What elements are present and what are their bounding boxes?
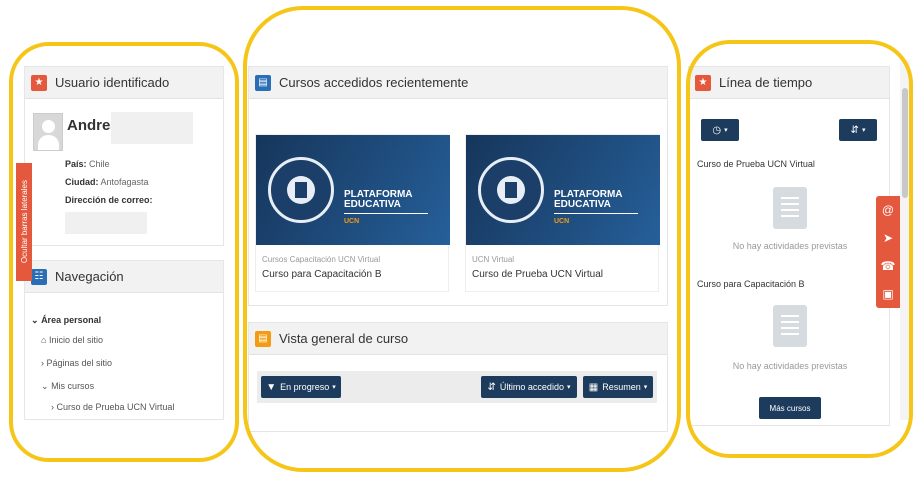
user-block: ★ Usuario identificado Andrea País: Chil… (24, 66, 224, 246)
banner-divider (554, 213, 638, 214)
course-category: Cursos Capacitación UCN Virtual (262, 255, 381, 264)
banner-text: PLATAFORMA EDUCATIVA (344, 189, 413, 210)
nav-item-curso-prueba[interactable]: › Curso de Prueba UCN Virtual (51, 402, 174, 412)
filter-dropdown-button[interactable]: ▼ En progreso ▾ (261, 376, 341, 398)
recent-courses-title: Cursos accedidos recientemente (279, 75, 469, 90)
timeline-date-filter-button[interactable]: ◷ ▾ (701, 119, 739, 141)
course-icon: ▤ (255, 74, 271, 91)
filter-icon: ▼ (266, 381, 277, 393)
dashboard: ★ Usuario identificado Andrea País: Chil… (0, 0, 915, 477)
user-block-title: Usuario identificado (55, 75, 170, 90)
banner-tag: UCN (554, 218, 570, 225)
nav-item-area-personal[interactable]: ⌄ Área personal (31, 315, 101, 326)
grid-icon: ▦ (588, 381, 599, 393)
user-block-header: ★ Usuario identificado (25, 67, 223, 99)
university-seal (268, 157, 334, 223)
timeline-empty-message: No hay actividades previstas (732, 241, 848, 251)
hide-sidebars-label: Ocultar barras laterales (19, 180, 29, 264)
banner-tag: UCN (344, 218, 360, 225)
chevron-right-icon: › (51, 402, 54, 412)
caret-down-icon: ▾ (724, 127, 728, 134)
view-dropdown-button[interactable]: ▦ Resumen ▾ (583, 376, 653, 398)
more-courses-button[interactable]: Más cursos (759, 397, 821, 419)
sort-dropdown-button[interactable]: ⇵ Último accedido ▾ (481, 376, 577, 398)
course-banner: PLATAFORMA EDUCATIVA UCN (466, 135, 660, 245)
chevron-down-icon: ⌄ (31, 315, 39, 325)
banner-text: PLATAFORMA EDUCATIVA (554, 189, 623, 210)
scrollbar-thumb[interactable] (902, 88, 908, 198)
timeline-title: Línea de tiempo (719, 75, 813, 90)
sort-icon: ⇵ (850, 124, 859, 136)
overview-toolbar: ▼ En progreso ▾ ⇵ Último accedido ▾ ▦ Re… (257, 371, 657, 403)
sitemap-icon: ☷ (31, 268, 47, 285)
avatar (33, 113, 63, 151)
caret-down-icon: ▾ (332, 384, 336, 391)
floating-contact-bar: @ ➤ ☎ ▣ (876, 196, 900, 308)
timeline-course-name[interactable]: Curso de Prueba UCN Virtual (697, 159, 815, 169)
email-row: Dirección de correo: (65, 195, 153, 205)
nav-block: ☷ Navegación ⌄ Área personal ⌂ Inicio de… (24, 260, 224, 420)
send-icon[interactable]: ➤ (876, 224, 900, 252)
city-value: Antofagasta (100, 177, 149, 187)
caret-down-icon: ▾ (861, 127, 866, 134)
nav-item-inicio[interactable]: ⌂ Inicio del sitio (41, 335, 103, 345)
redacted-email (65, 212, 147, 234)
country-row: País: Chile (65, 159, 110, 169)
chevron-down-icon: ⌄ (41, 381, 49, 391)
course-overview-header: ▤ Vista general de curso (249, 323, 667, 355)
university-seal (478, 157, 544, 223)
timeline-block: ★ Línea de tiempo ◷ ▾ ⇵ ▾ Curso de Prueb… (688, 66, 890, 426)
pin-icon: ★ (695, 74, 711, 91)
home-icon: ⌂ (41, 335, 47, 345)
at-icon[interactable]: @ (876, 196, 900, 224)
nav-item-mis-cursos[interactable]: ⌄ Mis cursos (41, 381, 94, 392)
course-card[interactable]: PLATAFORMA EDUCATIVA UCN Cursos Capacita… (255, 134, 450, 292)
country-value: Chile (89, 159, 110, 169)
lock-icon[interactable]: ▣ (876, 280, 900, 308)
redacted-box (111, 112, 193, 144)
caret-down-icon: ▾ (643, 384, 648, 391)
nav-block-title: Navegación (55, 269, 124, 284)
nav-item-paginas[interactable]: › Páginas del sitio (41, 358, 112, 368)
document-icon (773, 187, 807, 229)
caret-down-icon: ▾ (566, 384, 571, 391)
hide-sidebars-tab[interactable]: Ocultar barras laterales (16, 163, 32, 281)
clock-icon: ◷ (712, 124, 722, 136)
course-name[interactable]: Curso para Capacitación B (262, 269, 382, 280)
course-icon: ▤ (255, 330, 271, 347)
sort-icon: ⇵ (487, 381, 496, 393)
document-icon (773, 305, 807, 347)
pin-icon: ★ (31, 74, 47, 91)
timeline-course-name[interactable]: Curso para Capacitación B (697, 279, 805, 289)
course-name[interactable]: Curso de Prueba UCN Virtual (472, 269, 603, 280)
course-banner: PLATAFORMA EDUCATIVA UCN (256, 135, 450, 245)
phone-icon[interactable]: ☎ (876, 252, 900, 280)
country-label: País: (65, 159, 87, 169)
recent-courses-block: ▤ Cursos accedidos recientemente PLATAFO… (248, 66, 668, 306)
timeline-empty-message: No hay actividades previstas (732, 361, 848, 371)
course-overview-block: ▤ Vista general de curso ▼ En progreso ▾… (248, 322, 668, 432)
course-card[interactable]: PLATAFORMA EDUCATIVA UCN UCN Virtual Cur… (465, 134, 660, 292)
city-label: Ciudad: (65, 177, 99, 187)
nav-block-header: ☷ Navegación (25, 261, 223, 293)
email-label: Dirección de correo: (65, 195, 153, 205)
recent-courses-header: ▤ Cursos accedidos recientemente (249, 67, 667, 99)
course-overview-title: Vista general de curso (279, 331, 409, 346)
timeline-header: ★ Línea de tiempo (689, 67, 889, 99)
banner-divider (344, 213, 428, 214)
city-row: Ciudad: Antofagasta (65, 177, 149, 187)
course-category: UCN Virtual (472, 255, 515, 264)
chevron-right-icon: › (41, 358, 44, 368)
timeline-sort-button[interactable]: ⇵ ▾ (839, 119, 877, 141)
